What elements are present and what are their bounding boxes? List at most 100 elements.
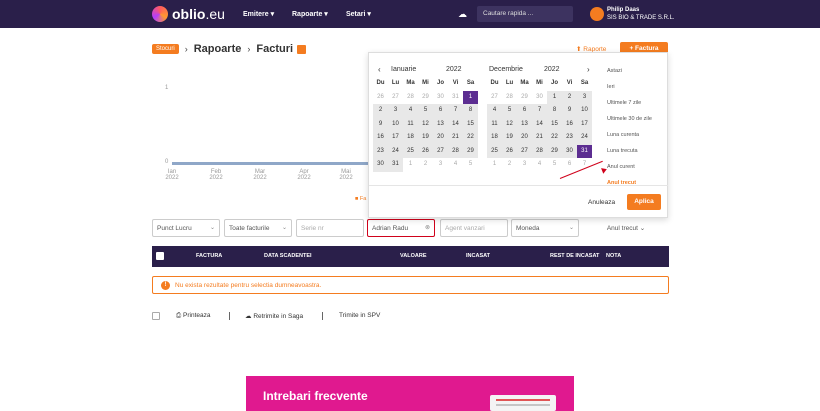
calendar-day[interactable]: 2 — [418, 158, 433, 172]
calendar-day[interactable]: 22 — [463, 131, 478, 145]
calendar-day[interactable]: 3 — [388, 104, 403, 118]
select-all-checkbox[interactable] — [156, 252, 164, 260]
col-valoare[interactable]: VALOARE — [400, 253, 426, 259]
calendar-day[interactable]: 16 — [373, 131, 388, 145]
calendar-day[interactable]: 14 — [448, 117, 463, 131]
calendar-day[interactable]: 2 — [502, 158, 517, 172]
calendar-day[interactable]: 22 — [547, 131, 562, 145]
calendar-day[interactable]: 8 — [547, 104, 562, 118]
calendar-day[interactable]: 3 — [433, 158, 448, 172]
calendar-day[interactable]: 21 — [448, 131, 463, 145]
calendar-day[interactable]: 10 — [577, 104, 592, 118]
preset-option[interactable]: Ultimele 30 de zile — [603, 111, 667, 127]
calendar-day[interactable]: 29 — [547, 144, 562, 158]
nav-setari[interactable]: Setari ▾ — [346, 10, 371, 18]
calendar-day[interactable]: 1 — [487, 158, 502, 172]
calendar-day[interactable]: 28 — [448, 144, 463, 158]
calendar-day[interactable]: 2 — [373, 104, 388, 118]
preset-option[interactable]: Luna curenta — [603, 127, 667, 143]
col-nota[interactable]: NOTA — [606, 253, 621, 259]
calendar-day[interactable]: 11 — [487, 117, 502, 131]
calendar-day[interactable]: 12 — [418, 117, 433, 131]
calendar-day[interactable]: 30 — [562, 144, 577, 158]
calendar-day[interactable]: 14 — [532, 117, 547, 131]
calendar-day[interactable]: 4 — [532, 158, 547, 172]
calendar-day[interactable]: 30 — [433, 90, 448, 104]
calendar-day[interactable]: 25 — [487, 144, 502, 158]
calendar-day[interactable]: 15 — [463, 117, 478, 131]
calendar-day[interactable]: 5 — [463, 158, 478, 172]
calendar-day[interactable]: 2 — [562, 90, 577, 104]
left-year-label[interactable]: 2022 — [446, 66, 462, 73]
calendar-day[interactable]: 27 — [433, 144, 448, 158]
chart-icon[interactable] — [297, 44, 307, 54]
calendar-day[interactable]: 20 — [433, 131, 448, 145]
nav-emitere[interactable]: Emitere ▾ — [243, 10, 274, 18]
calendar-day[interactable]: 1 — [403, 158, 418, 172]
calendar-day[interactable]: 18 — [403, 131, 418, 145]
calendar-day[interactable]: 26 — [502, 144, 517, 158]
calendar-day[interactable]: 1 — [463, 90, 478, 104]
calendar-day[interactable]: 28 — [403, 90, 418, 104]
calendar-day[interactable]: 19 — [418, 131, 433, 145]
next-month-icon[interactable]: › — [587, 65, 590, 74]
calendar-day[interactable]: 19 — [502, 131, 517, 145]
invoice-type-select[interactable]: Toate facturile ⌄ — [224, 219, 292, 237]
calendar-day[interactable]: 4 — [403, 104, 418, 118]
calendar-day[interactable]: 8 — [463, 104, 478, 118]
agent-input[interactable]: Agent vanzari — [440, 219, 508, 237]
calendar-day[interactable]: 21 — [532, 131, 547, 145]
right-year-label[interactable]: 2022 — [544, 66, 560, 73]
calendar-day[interactable]: 5 — [418, 104, 433, 118]
left-month-label[interactable]: Ianuarie — [391, 66, 416, 73]
calendar-day[interactable]: 16 — [562, 117, 577, 131]
preset-option[interactable]: Luna trecuta — [603, 143, 667, 159]
calendar-day[interactable]: 3 — [517, 158, 532, 172]
calendar-day[interactable]: 29 — [517, 90, 532, 104]
preset-option[interactable]: Anul trecut — [603, 175, 667, 191]
calendar-day[interactable]: 9 — [562, 104, 577, 118]
breadcrumb-stocuri[interactable]: Stocuri — [152, 44, 179, 54]
cloud-icon[interactable]: ☁ — [458, 9, 467, 20]
right-month-label[interactable]: Decembrie — [489, 66, 523, 73]
calendar-day[interactable]: 23 — [373, 144, 388, 158]
col-factura[interactable]: FACTURA — [196, 253, 222, 259]
apply-button[interactable]: Aplica — [627, 194, 661, 210]
currency-select[interactable]: Moneda ⌄ — [511, 219, 579, 237]
calendar-day[interactable]: 5 — [502, 104, 517, 118]
faq-banner[interactable]: Intrebari frecvente — [246, 376, 574, 411]
calendar-day[interactable]: 15 — [547, 117, 562, 131]
calendar-day[interactable]: 18 — [487, 131, 502, 145]
calendar-day[interactable]: 13 — [517, 117, 532, 131]
calendar-day[interactable]: 9 — [373, 117, 388, 131]
calendar-day[interactable]: 20 — [517, 131, 532, 145]
punct-lucru-select[interactable]: Punct Lucru ⌄ — [152, 219, 220, 237]
calendar-day[interactable]: 10 — [388, 117, 403, 131]
preset-option[interactable]: Anul curent — [603, 159, 667, 175]
calendar-day[interactable]: 17 — [577, 117, 592, 131]
period-select[interactable]: Anul trecut ⌄ — [584, 219, 668, 237]
calendar-day[interactable]: 30 — [373, 158, 388, 172]
user-avatar-icon[interactable] — [590, 7, 604, 21]
calendar-day[interactable]: 28 — [532, 144, 547, 158]
calendar-day[interactable]: 31 — [577, 144, 592, 158]
calendar-day[interactable]: 26 — [373, 90, 388, 104]
prev-month-icon[interactable]: ‹ — [378, 65, 381, 74]
calendar-day[interactable]: 4 — [448, 158, 463, 172]
clear-icon[interactable]: ⊗ — [425, 224, 430, 231]
calendar-day[interactable]: 17 — [388, 131, 403, 145]
col-data-scadentei[interactable]: DATA SCADENTEI — [264, 253, 312, 259]
print-button[interactable]: ⎙ Printeaza — [176, 312, 210, 320]
nav-rapoarte[interactable]: Rapoarte ▾ — [292, 10, 328, 18]
cancel-button[interactable]: Anuleaza — [588, 199, 615, 206]
quick-search-input[interactable]: Cautare rapida ... — [477, 6, 573, 22]
calendar-day[interactable]: 27 — [517, 144, 532, 158]
calendar-day[interactable]: 27 — [487, 90, 502, 104]
calendar-day[interactable]: 5 — [547, 158, 562, 172]
calendar-day[interactable]: 28 — [502, 90, 517, 104]
calendar-day[interactable]: 6 — [433, 104, 448, 118]
calendar-day[interactable]: 1 — [547, 90, 562, 104]
bulk-select-checkbox[interactable] — [152, 312, 160, 320]
calendar-day[interactable]: 6 — [517, 104, 532, 118]
calendar-day[interactable]: 13 — [433, 117, 448, 131]
